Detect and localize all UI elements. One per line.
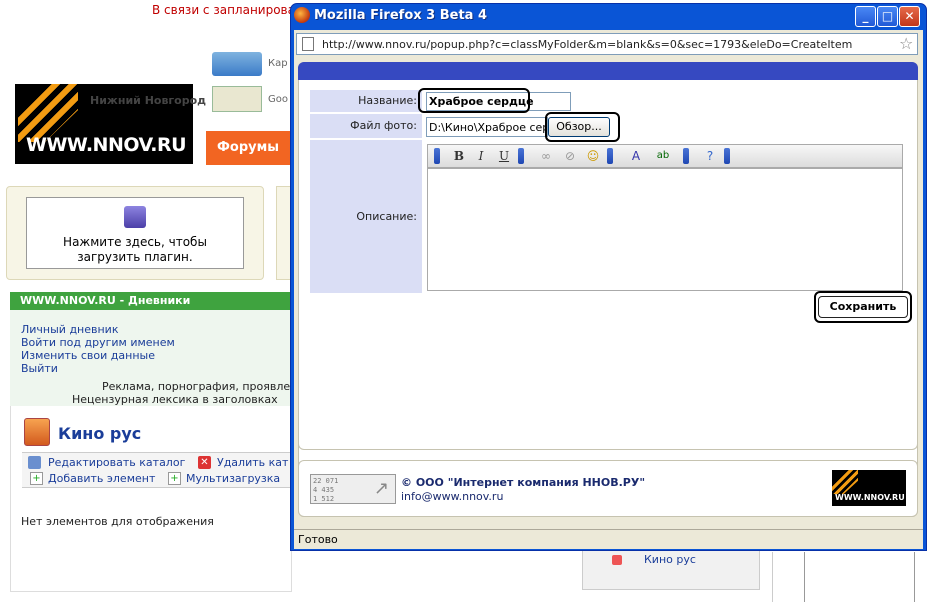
bold-icon[interactable]: B: [450, 147, 468, 165]
divider: [914, 552, 915, 602]
diary-header: WWW.NNOV.RU - Дневники: [10, 292, 292, 310]
disclaimer-line-1: Реклама, порнография, проявле: [102, 380, 291, 393]
multi-upload-link[interactable]: Мультизагрузка: [186, 472, 280, 485]
underline-icon[interactable]: U: [495, 147, 513, 165]
name-label: Название:: [310, 90, 422, 112]
name-highlight: [418, 88, 530, 113]
maximize-button[interactable]: □: [877, 6, 898, 27]
help-icon[interactable]: ?: [701, 147, 719, 165]
close-button[interactable]: ✕: [899, 6, 920, 27]
browse-highlight: [545, 112, 620, 142]
right-folder-link[interactable]: Кино рус: [644, 553, 696, 566]
disclaimer-line-2: Нецензурная лексика в заголовках: [72, 393, 278, 406]
forums-tab[interactable]: Форумы: [206, 131, 292, 165]
divider: [804, 552, 805, 602]
announcement-text: В связи с запланирова: [152, 3, 295, 17]
unlink-icon[interactable]: ⊘: [561, 147, 579, 165]
edit-catalog-link[interactable]: Редактировать каталог: [48, 456, 185, 469]
footer-logo-text: WWW.NNOV.RU: [835, 493, 905, 502]
description-label: Описание:: [310, 140, 422, 293]
folder-icon: [24, 418, 50, 446]
toolbar-dropdown[interactable]: [607, 148, 613, 164]
toolbar-dropdown[interactable]: [683, 148, 689, 164]
edit-icon[interactable]: [28, 456, 41, 469]
folder-title: Кино рус: [58, 424, 142, 443]
delete-catalog-link[interactable]: Удалить кат: [217, 456, 288, 469]
logo-text: WWW.NNOV.RU: [26, 134, 187, 156]
google-link[interactable]: Goo: [268, 94, 288, 105]
multi-upload-icon[interactable]: +: [168, 472, 181, 485]
add-icon[interactable]: +: [30, 472, 43, 485]
add-element-link[interactable]: Добавить элемент: [48, 472, 155, 485]
description-editor[interactable]: [427, 168, 903, 291]
smiley-icon[interactable]: ☺: [584, 147, 602, 165]
status-bar: Готово: [294, 529, 923, 549]
city-label: Нижний Новгород: [90, 94, 207, 107]
contact-email-link[interactable]: info@www.nnov.ru: [401, 490, 503, 503]
toolbar-dropdown[interactable]: [518, 148, 524, 164]
diary-link-edit-data[interactable]: Изменить свои данные: [21, 349, 155, 362]
toolbar-dropdown[interactable]: [724, 148, 730, 164]
highlight-color-icon[interactable]: ab: [654, 147, 672, 165]
form-header-bar: [298, 62, 918, 80]
map-icon[interactable]: [212, 52, 262, 76]
font-color-icon[interactable]: A: [627, 147, 645, 165]
link-icon[interactable]: ∞: [537, 147, 555, 165]
photo-label: Файл фото:: [310, 114, 422, 138]
window-title: Mozilla Firefox 3 Beta 4: [314, 8, 488, 23]
bookmark-star-icon[interactable]: ☆: [899, 34, 913, 53]
page-icon: [302, 37, 314, 51]
empty-list-message: Нет элементов для отображения: [21, 515, 214, 528]
copyright-text: © ООО "Интернет компания ННОВ.РУ": [401, 476, 646, 489]
divider: [772, 552, 773, 602]
toolbar-grip: [434, 148, 440, 164]
delete-icon[interactable]: ✕: [198, 456, 211, 469]
map-link[interactable]: Кар: [268, 58, 288, 69]
plugin-icon: [124, 206, 146, 228]
firefox-icon: [294, 7, 310, 23]
plugin-text[interactable]: Нажмите здесь, чтобы загрузить плагин.: [34, 235, 236, 265]
diary-link-logout[interactable]: Выйти: [21, 362, 58, 375]
photo-file-input[interactable]: D:\Кино\Храброе серд: [426, 117, 548, 137]
folder-small-icon: [612, 555, 622, 565]
counter-arrow-icon: ↗: [374, 478, 390, 499]
diary-link-login-other[interactable]: Войти под другим именем: [21, 336, 175, 349]
minimize-button[interactable]: _: [855, 6, 876, 27]
italic-icon[interactable]: I: [472, 147, 490, 165]
diary-link-personal[interactable]: Личный дневник: [21, 323, 118, 336]
save-highlight: [814, 291, 912, 323]
google-icon[interactable]: [212, 86, 262, 112]
url-text[interactable]: http://www.nnov.ru/popup.php?c=classMyFo…: [322, 38, 852, 51]
